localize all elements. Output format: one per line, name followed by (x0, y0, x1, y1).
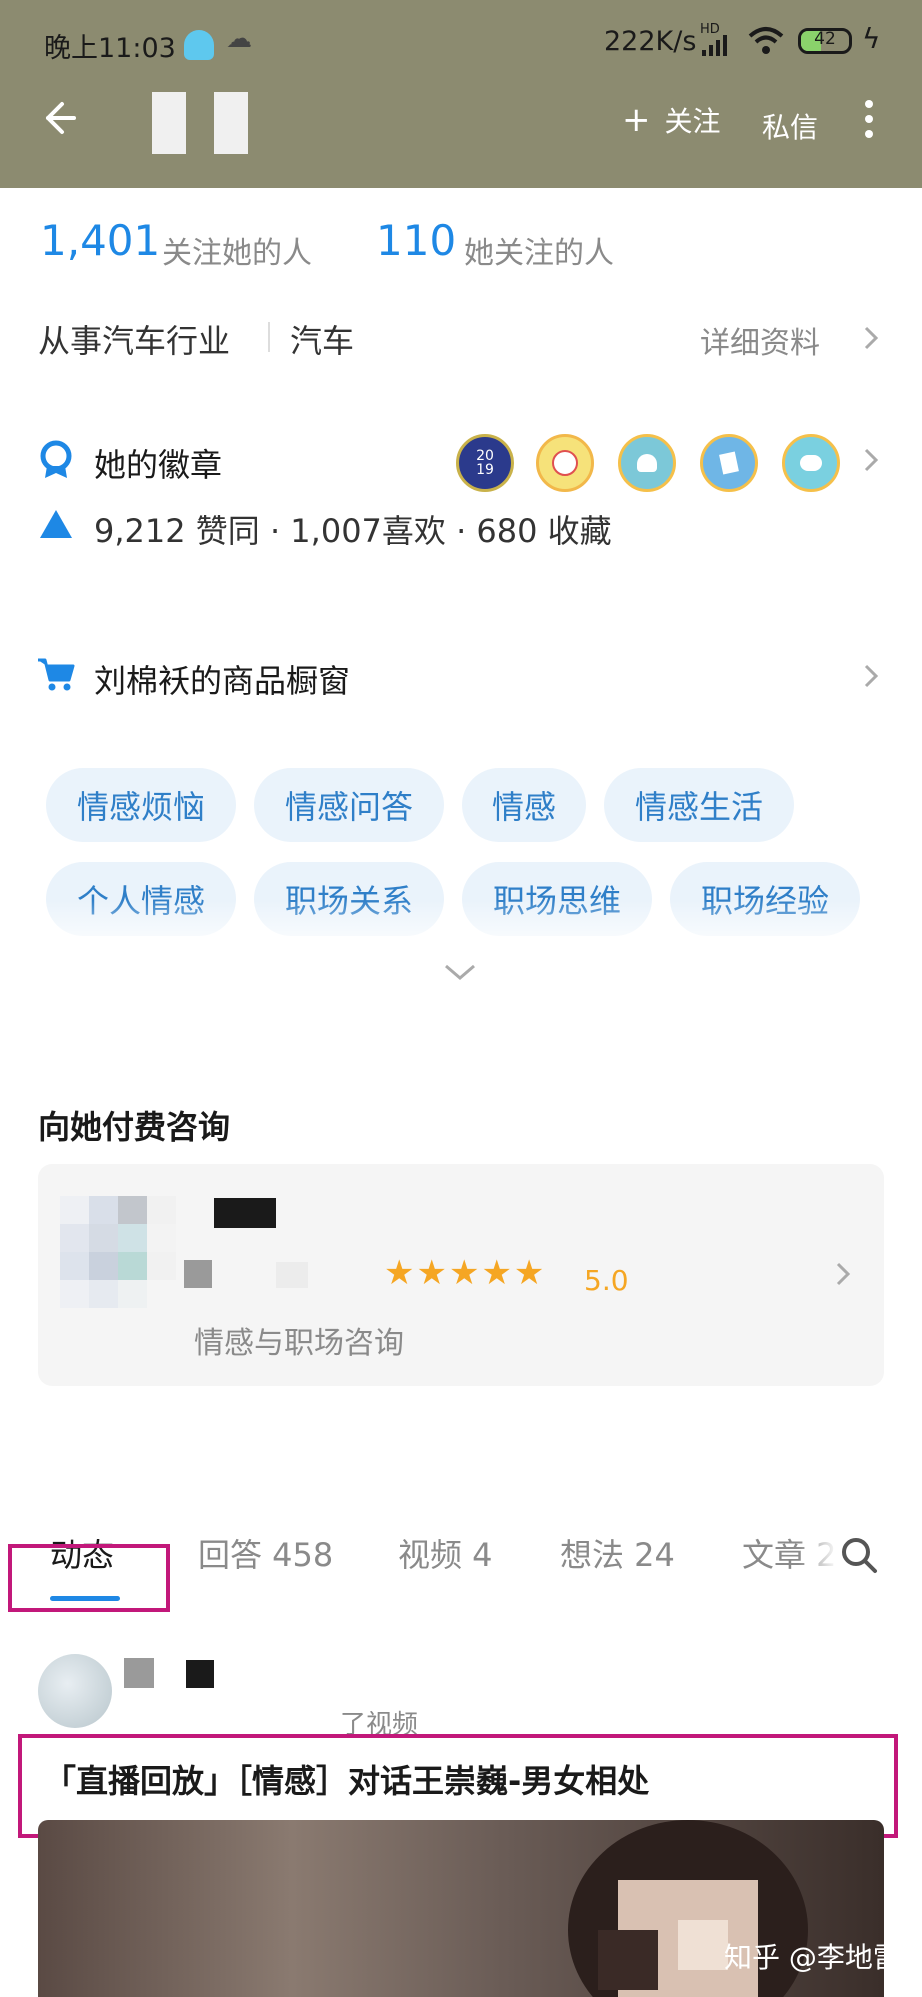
avatar-placeholder (152, 92, 186, 154)
profile-header: 晚上11:03 ☁ 222K/s HD 42 ϟ + 关注 私信 (0, 0, 922, 188)
tags-fade (0, 900, 922, 940)
expand-chevron-icon[interactable] (442, 960, 478, 984)
tab-articles-clip: 文章 2 (742, 1530, 838, 1574)
follow-label: 关注 (664, 105, 721, 138)
followers-label[interactable]: 关注她的人 (162, 228, 312, 272)
feed-name-mask (124, 1658, 154, 1688)
shop-title[interactable]: 刘棉袄的商品橱窗 (94, 656, 350, 702)
network-speed: 222K/s (604, 26, 697, 57)
consultant-avatar (60, 1196, 176, 1308)
status-time: 晚上11:03 (44, 33, 176, 64)
plus-icon: + (622, 100, 651, 140)
achievements-text: 9,212 赞同 · 1,007喜欢 · 680 收藏 (94, 512, 612, 550)
tag-chip[interactable]: 情感 (462, 768, 586, 842)
search-icon[interactable] (840, 1536, 878, 1574)
year-2019-badge[interactable]: 20 19 (456, 434, 514, 492)
polar-bear-badge-icon[interactable] (782, 434, 840, 492)
consultant-name-mask (214, 1198, 276, 1228)
signal-icon (702, 35, 727, 56)
message-button[interactable]: 私信 (762, 106, 818, 146)
tab-videos[interactable]: 视频 4 (398, 1530, 493, 1576)
consult-section-title: 向她付费咨询 (38, 1108, 231, 1146)
follow-button[interactable]: + 关注 (622, 100, 721, 140)
badges-title[interactable]: 她的徽章 (94, 440, 222, 486)
chevron-right-icon (864, 448, 879, 472)
consult-subtitle: 情感与职场咨询 (194, 1326, 404, 1361)
tag-chip[interactable]: 情感生活 (604, 768, 794, 842)
fortune-badge-icon[interactable] (536, 434, 594, 492)
following-label[interactable]: 她关注的人 (464, 228, 614, 272)
notification-icon (184, 30, 214, 60)
battery-icon: 42 (798, 28, 852, 54)
back-arrow-icon[interactable] (42, 100, 78, 136)
badge-icon (40, 440, 72, 478)
more-menu-icon[interactable] (862, 100, 876, 144)
highlight-box (8, 1544, 170, 1612)
cards-badge-icon[interactable] (700, 434, 758, 492)
charging-icon: ϟ (862, 22, 881, 55)
details-link[interactable]: 详细资料 (700, 318, 820, 362)
following-count[interactable]: 110 (376, 216, 456, 265)
tab-thoughts[interactable]: 想法 24 (560, 1530, 675, 1576)
feed-name-mask (186, 1660, 214, 1688)
chevron-right-icon (836, 1262, 851, 1286)
cart-icon (38, 658, 75, 691)
bird-badge-icon[interactable] (618, 434, 676, 492)
avatar-placeholder (214, 92, 248, 154)
badge-year-top: 20 (476, 448, 494, 464)
consultant-info-mask (184, 1260, 212, 1288)
cloud-icon: ☁ (226, 24, 252, 54)
wifi-icon (748, 27, 784, 54)
field-text: 汽车 (290, 322, 355, 360)
chevron-right-icon (864, 664, 879, 688)
tag-chip[interactable]: 情感烦恼 (46, 768, 236, 842)
industry-text: 从事汽车行业 (38, 322, 231, 360)
tab-answers[interactable]: 回答 458 (198, 1530, 333, 1576)
battery-level: 42 (814, 29, 836, 49)
post-title[interactable]: 「直播回放」［情感］对话王崇巍-男女相处 (44, 1756, 649, 1802)
rating-stars: ★★★★★ (384, 1253, 547, 1293)
badge-year-bottom: 19 (476, 462, 494, 478)
feed-avatar[interactable] (38, 1654, 112, 1728)
followers-count[interactable]: 1,401 (40, 216, 160, 265)
rating-value: 5.0 (584, 1264, 629, 1297)
tag-chip[interactable]: 情感问答 (254, 768, 444, 842)
consultant-info-mask (276, 1262, 308, 1288)
chevron-right-icon (864, 326, 879, 350)
watermark-text: 知乎 @李地雷 (724, 1941, 901, 1974)
consult-card[interactable]: ★★★★★ 5.0 情感与职场咨询 (38, 1164, 884, 1386)
upvote-triangle-icon (40, 510, 72, 538)
divider (268, 322, 270, 352)
